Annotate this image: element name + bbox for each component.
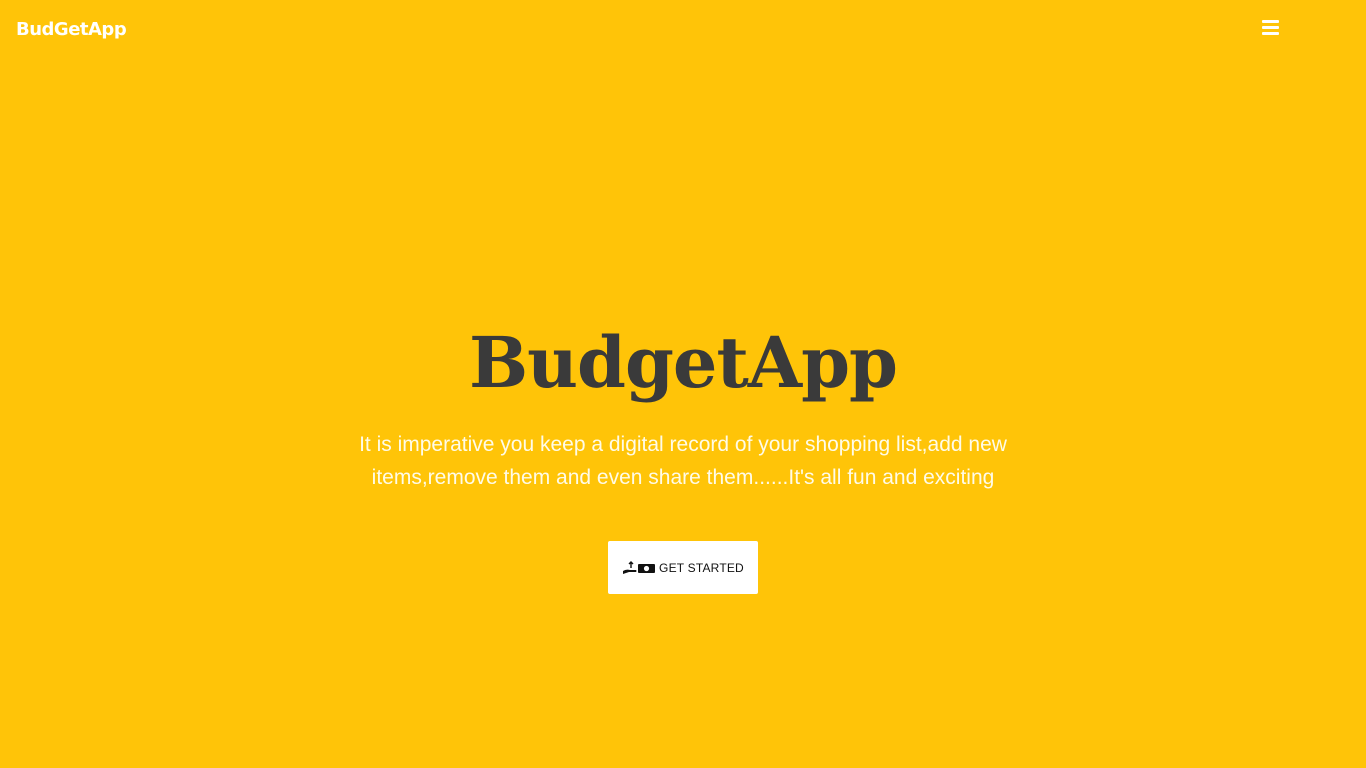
cta-wrapper: GET STARTED [608, 541, 758, 594]
get-started-button[interactable]: GET STARTED [608, 541, 758, 594]
hero-section: BudgetApp It is imperative you keep a di… [0, 318, 1366, 494]
hamburger-menu-icon[interactable] [1262, 20, 1284, 40]
hero-description: It is imperative you keep a digital reco… [359, 433, 1007, 489]
navbar: BudGetApp [0, 0, 1366, 60]
get-started-label: GET STARTED [659, 560, 744, 575]
hand-money-icon [623, 560, 656, 574]
hero-title: BudgetApp [468, 321, 898, 404]
brand-logo-link[interactable]: BudGetApp [16, 19, 127, 40]
